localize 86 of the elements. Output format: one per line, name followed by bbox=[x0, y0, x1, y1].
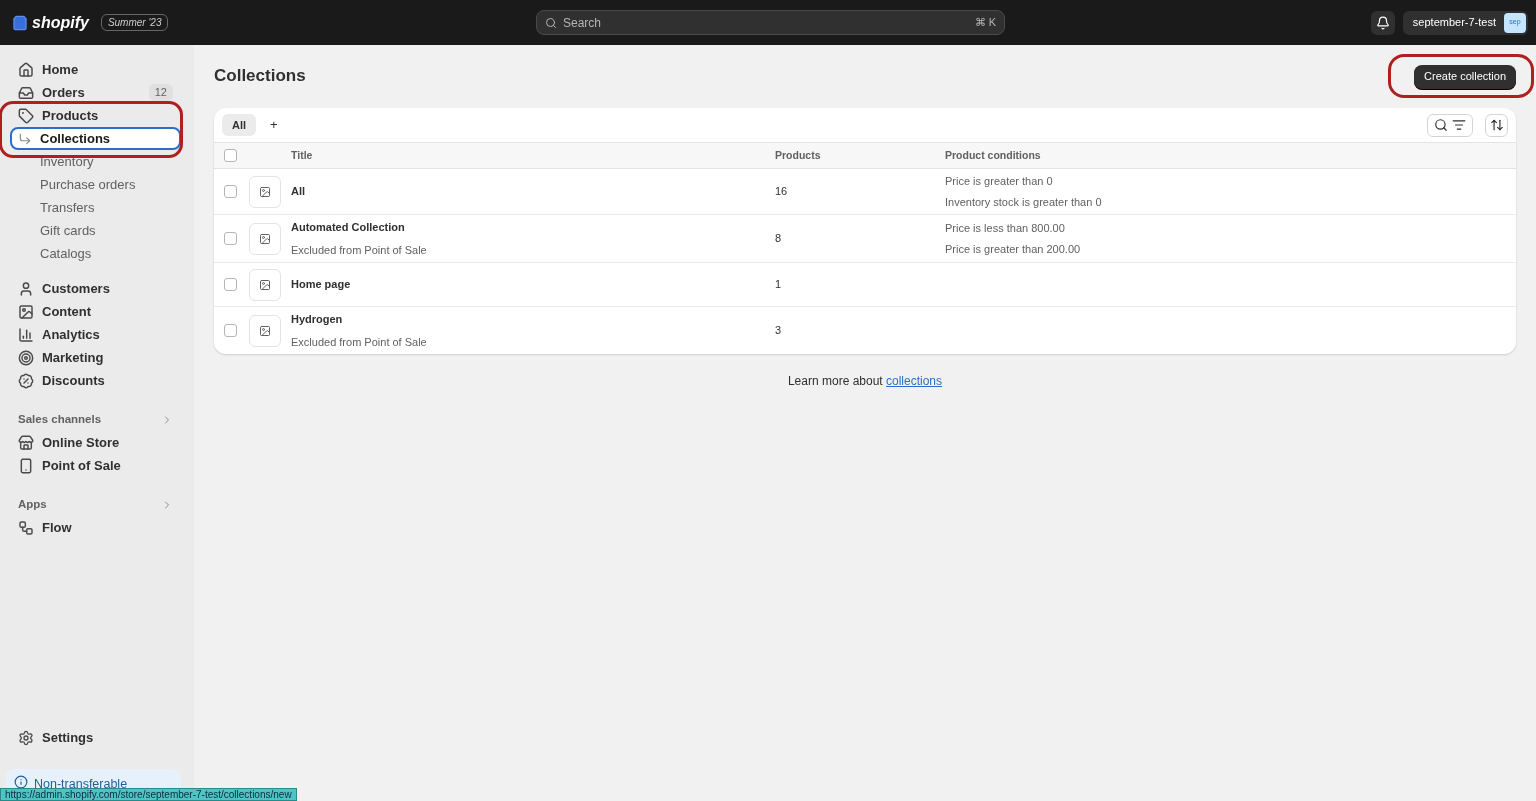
search-filter-button[interactable] bbox=[1427, 113, 1473, 137]
image-icon bbox=[259, 278, 271, 291]
bell-icon bbox=[1375, 15, 1390, 30]
discount-icon bbox=[18, 372, 34, 389]
nav-item[interactable]: Flow bbox=[10, 516, 181, 539]
filter-tab[interactable]: All bbox=[222, 114, 257, 136]
nav-item[interactable]: Orders 12 bbox=[10, 81, 181, 104]
image-icon bbox=[259, 324, 271, 337]
settings-icon bbox=[18, 729, 34, 746]
section-heading: Sales channels bbox=[18, 411, 102, 427]
table-row[interactable]: Hydrogen Excluded from Point of Sale 3 bbox=[214, 307, 1516, 354]
help-text: Learn more about collections bbox=[786, 373, 944, 390]
bar-chart-icon bbox=[18, 326, 34, 343]
checkbox[interactable] bbox=[224, 185, 237, 198]
nav-item[interactable]: Home bbox=[10, 58, 181, 81]
section-heading: Apps bbox=[18, 496, 47, 512]
brand-name: shopify bbox=[32, 12, 89, 33]
store-icon bbox=[18, 434, 34, 451]
nav-subitem[interactable]: Catalogs bbox=[10, 242, 181, 265]
inbox-icon bbox=[18, 84, 34, 101]
tag-icon bbox=[18, 107, 34, 124]
shortcut-hint: ⌘ K bbox=[974, 15, 996, 31]
url-tooltip: https://admin.shopify.com/store/september-7-test/collections/new bbox=[0, 788, 297, 801]
page-title: Collections bbox=[214, 65, 306, 88]
checkbox[interactable] bbox=[224, 149, 237, 162]
search-input[interactable]: Search bbox=[563, 13, 969, 32]
collection-title[interactable]: Hydrogen bbox=[291, 311, 775, 328]
table-row[interactable]: Home page 1 bbox=[214, 263, 1516, 307]
search-icon bbox=[545, 16, 557, 29]
flow-icon bbox=[18, 519, 34, 536]
nav-item[interactable]: Settings bbox=[10, 726, 181, 749]
nav-item[interactable]: Analytics bbox=[10, 323, 181, 346]
nav-item[interactable]: Point of Sale bbox=[10, 454, 181, 477]
filter-icon bbox=[1452, 118, 1466, 132]
bag-logo-icon bbox=[12, 13, 28, 32]
condition-text: Price is greater than 200.00 bbox=[945, 241, 1081, 257]
nav-item[interactable]: Marketing bbox=[10, 346, 181, 369]
image-icon bbox=[259, 185, 271, 198]
product-count: 3 bbox=[775, 323, 783, 339]
nav-item[interactable]: Content bbox=[10, 300, 181, 323]
column-header: Products bbox=[775, 147, 822, 163]
column-header: Title bbox=[291, 147, 314, 163]
collection-title[interactable]: All bbox=[291, 183, 775, 200]
product-count: 16 bbox=[775, 184, 789, 200]
search-icon bbox=[1434, 118, 1448, 132]
nav-subitem[interactable]: Purchase orders bbox=[10, 173, 181, 196]
condition-text: Price is less than 800.00 bbox=[945, 221, 1066, 236]
column-header: Product conditions bbox=[945, 147, 1041, 163]
sort-icon bbox=[1489, 118, 1504, 132]
info-icon bbox=[14, 775, 28, 789]
nav-item[interactable]: Online Store bbox=[10, 431, 181, 454]
nav-item[interactable]: Products bbox=[10, 104, 181, 127]
image-icon bbox=[18, 303, 34, 320]
nav-subitem[interactable]: Collections bbox=[10, 127, 181, 150]
notifications-button[interactable] bbox=[1370, 10, 1395, 35]
sort-button[interactable] bbox=[1485, 113, 1508, 137]
nav-subitem[interactable]: Transfers bbox=[10, 196, 181, 219]
nav-item[interactable]: Discounts bbox=[10, 369, 181, 392]
collection-note: Excluded from Point of Sale bbox=[291, 334, 428, 350]
nav-subitem[interactable]: Gift cards bbox=[10, 219, 181, 242]
nav-item[interactable]: Customers bbox=[10, 277, 181, 300]
person-icon bbox=[18, 280, 34, 297]
branch-icon bbox=[18, 131, 32, 146]
image-icon bbox=[259, 232, 271, 245]
condition-text: Price is greater than 0 bbox=[945, 174, 1054, 189]
collection-title[interactable]: Automated Collection bbox=[291, 219, 775, 236]
nav-subitem[interactable]: Inventory bbox=[10, 150, 181, 173]
collection-note: Excluded from Point of Sale bbox=[291, 242, 428, 258]
checkbox[interactable] bbox=[224, 278, 237, 291]
edition-badge: Summer '23 bbox=[100, 14, 169, 31]
add-tab-button[interactable]: + bbox=[264, 115, 284, 135]
count-badge: 12 bbox=[148, 84, 173, 101]
table-row[interactable]: Automated Collection Excluded from Point of Sale 8 Price is less than 800.00 Price is greater than 200.00 bbox=[214, 215, 1516, 263]
target-icon bbox=[18, 349, 34, 366]
checkbox[interactable] bbox=[224, 324, 237, 337]
table-row[interactable]: All 16 Price is greater than 0 Inventory stock is greater than 0 bbox=[214, 169, 1516, 215]
create-collection-button[interactable]: Create collection bbox=[1414, 64, 1516, 89]
product-count: 1 bbox=[775, 277, 783, 293]
home-icon bbox=[18, 61, 34, 78]
search-field[interactable]: Search ⌘ K bbox=[536, 10, 1005, 35]
phone-icon bbox=[18, 457, 34, 474]
product-count: 8 bbox=[775, 231, 783, 247]
condition-text: Inventory stock is greater than 0 bbox=[945, 194, 1102, 210]
collections-link[interactable]: collections bbox=[886, 374, 943, 388]
checkbox[interactable] bbox=[224, 232, 237, 245]
collection-title[interactable]: Home page bbox=[291, 276, 775, 293]
